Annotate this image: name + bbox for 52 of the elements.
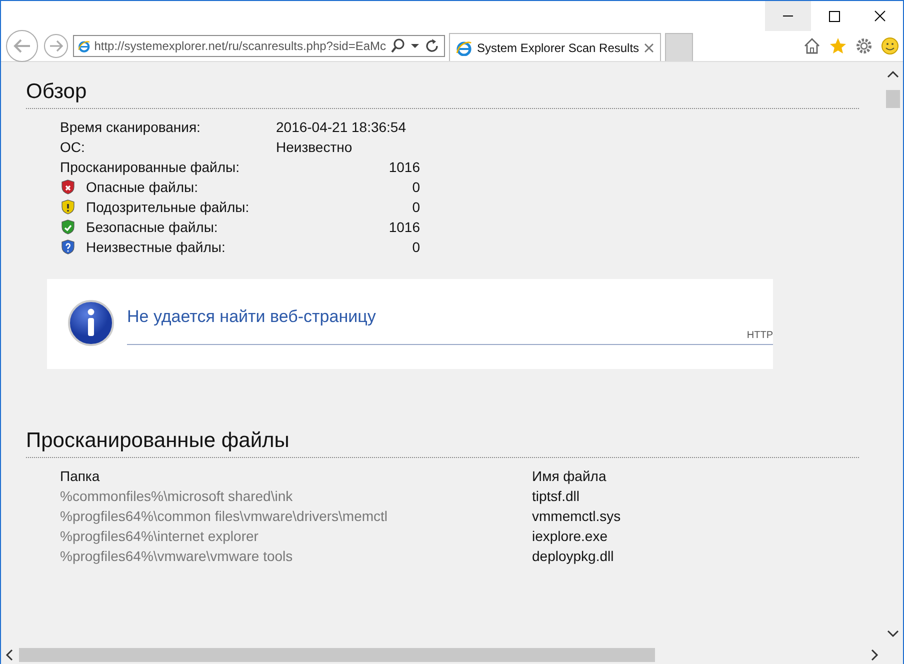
section-heading: Обзор — [26, 80, 859, 109]
shield-icon — [60, 219, 76, 235]
info-icon — [67, 299, 115, 347]
field-value: 0 — [412, 179, 420, 195]
home-icon[interactable] — [803, 37, 821, 55]
table-cell-text: tiptsf.dll — [532, 488, 580, 504]
field-label: Безопасные файлы: — [86, 219, 218, 235]
section-heading: Просканированные файлы — [26, 429, 859, 458]
shield-icon — [60, 199, 76, 215]
field-value: 0 — [412, 239, 420, 255]
globe-e-icon — [456, 40, 472, 56]
table-cell-text: deploypkg.dll — [532, 548, 615, 564]
scroll-thumb[interactable] — [19, 648, 655, 662]
star-icon[interactable] — [829, 37, 847, 55]
smiley-icon[interactable] — [881, 37, 899, 55]
field-value: 0 — [412, 199, 420, 215]
field-value: 2016-04-21 18:36:54 — [276, 119, 406, 135]
side-label: HTTP — [746, 330, 773, 341]
field-label: ОС: — [60, 139, 85, 155]
field-value: 1016 — [388, 159, 420, 175]
table-cell-text: vmmemctl.sys — [532, 508, 622, 524]
field-label: Неизвестные файлы: — [86, 239, 226, 255]
scroll-thumb[interactable] — [886, 90, 900, 108]
table-cell-text: %progfiles64%\vmware\vmware tools — [60, 548, 294, 564]
field-label: Просканированные файлы: — [60, 159, 240, 175]
globe-e-icon — [78, 38, 90, 54]
field-label: Опасные файлы: — [86, 179, 198, 195]
shield-icon — [60, 179, 76, 195]
horizontal-scrollbar[interactable] — [1, 646, 903, 664]
table-cell-text: iexplore.exe — [532, 528, 608, 544]
table-cell-text: %commonfiles%\microsoft shared\ink — [60, 488, 294, 504]
address-bar[interactable]: http://systemexplorer.net/ru/scanresults.php?sid=EaMc — [73, 35, 445, 57]
table-cell-text: %progfiles64%\internet explorer — [60, 528, 260, 544]
field-label: Время сканирования: — [60, 119, 200, 135]
column-header: Имя файла — [532, 468, 608, 484]
search-icon[interactable] — [390, 38, 406, 54]
scroll-down-icon[interactable] — [887, 630, 899, 638]
scroll-left-icon[interactable] — [5, 649, 13, 661]
field-value: Неизвестно — [276, 139, 352, 155]
gear-icon[interactable] — [855, 37, 873, 55]
tab-title: System Explorer Scan Results — [477, 40, 640, 54]
column-header: Папка — [60, 468, 101, 484]
url-text: http://systemexplorer.net/ru/scanresults.php?sid=EaMc — [94, 39, 386, 53]
shield-icon — [60, 239, 76, 255]
table-cell-text: %progfiles64%\common files\vmware\drivers\memctl — [60, 508, 389, 524]
browser-tab[interactable]: System Explorer Scan Results — [449, 33, 662, 61]
error-title: Не удается найти веб-страницу — [127, 307, 377, 327]
scroll-up-icon[interactable] — [887, 70, 899, 78]
field-label: Подозрительные файлы: — [86, 199, 250, 215]
refresh-icon[interactable] — [424, 38, 440, 54]
field-value: 1016 — [388, 219, 420, 235]
scroll-right-icon[interactable] — [871, 649, 879, 661]
